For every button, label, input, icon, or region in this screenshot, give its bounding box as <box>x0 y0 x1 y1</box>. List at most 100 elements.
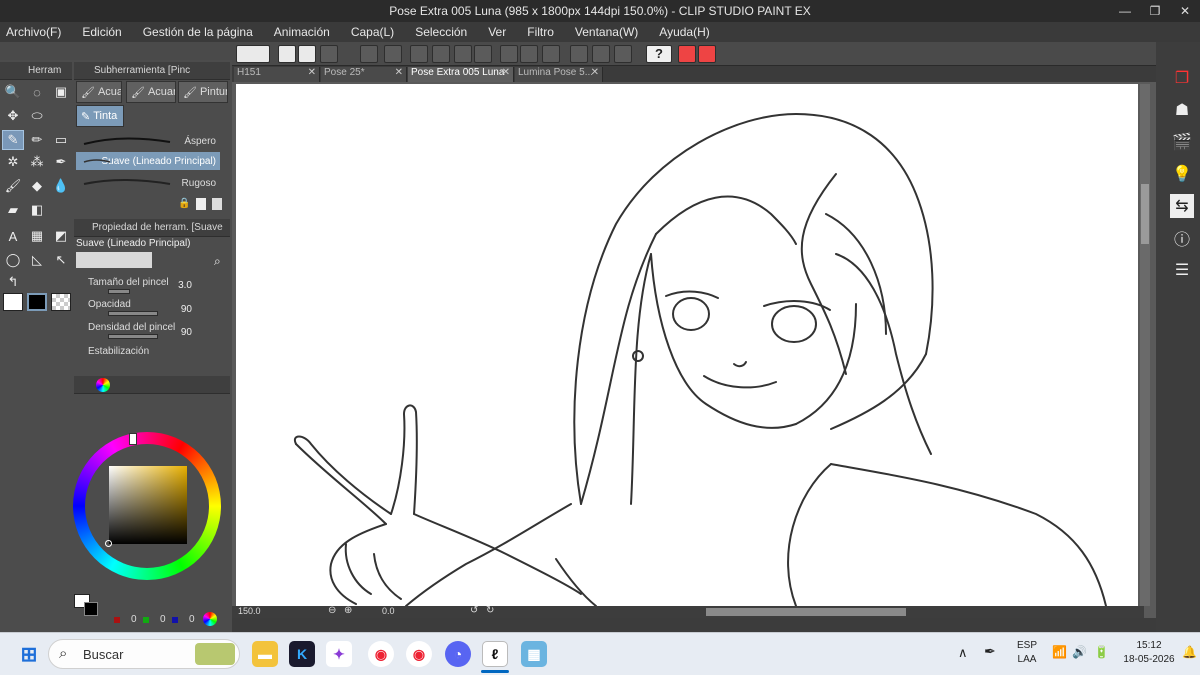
language-label[interactable]: ESP <box>1012 640 1042 651</box>
chrome-profile-icon[interactable]: ◉ <box>406 641 432 667</box>
clip-studio-icon[interactable] <box>236 45 270 63</box>
sub-color-swatch[interactable] <box>27 293 47 311</box>
tab-pose-extra-005-luna[interactable]: Pose Extra 005 Luna ✕ <box>408 67 514 82</box>
angle-value[interactable]: 0.0 <box>382 606 395 616</box>
brush-size-slider[interactable] <box>108 289 130 294</box>
battery-icon[interactable]: 🔋 <box>1094 645 1109 659</box>
tab-h151[interactable]: H151 ✕ <box>234 67 320 82</box>
selection-ellipse-icon[interactable]: ⬭ <box>26 106 48 126</box>
zoom-value[interactable]: 150.0 <box>238 606 261 616</box>
menu-ver[interactable]: Ver <box>488 25 506 39</box>
clock-date[interactable]: 18-05-2026 <box>1122 654 1176 665</box>
help-icon[interactable]: ? <box>646 45 672 63</box>
save-icon[interactable] <box>320 45 338 63</box>
pen-tool-icon[interactable]: ✎ <box>2 130 24 150</box>
airbrush-icon[interactable]: ⁂ <box>26 152 48 172</box>
sub-color-chip[interactable] <box>84 602 98 616</box>
rotate-left-icon[interactable]: ↺ <box>470 605 478 616</box>
brush-item-aspero[interactable]: Áspero <box>76 132 220 150</box>
open-file-icon[interactable] <box>298 45 316 63</box>
frame-border-icon[interactable]: ▦ <box>26 226 48 246</box>
zoom-in-icon[interactable]: ⊕ <box>344 605 352 616</box>
menu-seleccion[interactable]: Selección <box>415 25 467 39</box>
notifications-icon[interactable]: 🔔 <box>1182 645 1197 659</box>
file-explorer-icon[interactable]: ▬ <box>252 641 278 667</box>
wifi-icon[interactable]: 📶 <box>1052 645 1067 659</box>
correct-line-icon[interactable]: ↰ <box>2 272 24 292</box>
pen-tray-icon[interactable]: ✒ <box>984 643 996 660</box>
zoom-out-icon[interactable]: ⊖ <box>328 605 336 616</box>
brush-icon[interactable]: 🖌 <box>2 176 24 196</box>
frame-icon[interactable]: ◧ <box>26 200 48 220</box>
layers-icon[interactable]: ☰ <box>1170 258 1194 282</box>
tray-expand-icon[interactable]: ∧ <box>958 645 968 661</box>
copy-subtool-icon[interactable] <box>196 198 206 210</box>
photos-icon[interactable]: ▦ <box>521 641 547 667</box>
snap-grid-icon[interactable] <box>614 45 632 63</box>
saturation-value-square[interactable] <box>109 466 187 544</box>
magnify-icon[interactable]: ⌕ <box>214 254 228 268</box>
redo-icon[interactable] <box>384 45 402 63</box>
menu-animacion[interactable]: Animación <box>274 25 330 39</box>
scroll-thumb[interactable] <box>1141 184 1149 244</box>
hue-handle[interactable] <box>129 433 137 445</box>
menu-edicion[interactable]: Edición <box>82 25 121 39</box>
undo-icon[interactable] <box>360 45 378 63</box>
decoration-icon[interactable]: ✲ <box>2 152 24 172</box>
chrome-icon[interactable]: ◉ <box>368 641 394 667</box>
restore-icon[interactable]: ❐ <box>1140 0 1170 22</box>
color-mode-icon[interactable] <box>203 612 217 626</box>
menu-capa[interactable]: Capa(L) <box>351 25 394 39</box>
ellipse-icon[interactable]: ◯ <box>2 250 24 270</box>
new-file-icon[interactable] <box>278 45 296 63</box>
menu-ventana[interactable]: Ventana(W) <box>575 25 638 39</box>
text-tool-icon[interactable]: A <box>2 226 24 246</box>
eraser-tool-icon[interactable]: ▭ <box>50 130 72 150</box>
fill-icon[interactable] <box>454 45 472 63</box>
tab-pose-25[interactable]: Pose 25* ✕ <box>321 67 407 82</box>
drawing-canvas[interactable] <box>236 84 1138 606</box>
close-tab-icon[interactable]: ✕ <box>502 67 510 78</box>
menu-archivo[interactable]: Archivo(F) <box>6 25 61 39</box>
zoom-icon[interactable]: 🔍 <box>2 82 24 102</box>
snap-ruler-icon[interactable] <box>570 45 588 63</box>
opacity-value[interactable]: 90 <box>168 304 192 315</box>
vertical-scrollbar[interactable] <box>1140 84 1150 606</box>
move-icon[interactable]: ✥ <box>2 106 24 126</box>
clear-icon[interactable] <box>432 45 450 63</box>
brush-item-suave[interactable]: Suave (Lineado Principal) <box>76 152 220 170</box>
operation-icon[interactable]: ↖ <box>50 250 72 270</box>
brush-size-value[interactable]: 3.0 <box>168 280 192 291</box>
menu-gestion-pagina[interactable]: Gestión de la página <box>143 25 253 39</box>
info-icon[interactable]: ⓘ <box>1170 226 1194 250</box>
figure-icon[interactable]: ▰ <box>2 200 24 220</box>
close-tab-icon[interactable]: ✕ <box>591 67 599 78</box>
object-icon[interactable]: ▣ <box>50 82 72 102</box>
sync-icon[interactable]: ⇆ <box>1170 194 1194 218</box>
windows-start-icon[interactable]: ⊞ <box>16 641 42 667</box>
crop-icon[interactable] <box>474 45 492 63</box>
export-icon[interactable] <box>698 45 716 63</box>
light-icon[interactable]: 💡 <box>1170 162 1194 186</box>
animation-icon[interactable]: 🎬 <box>1170 130 1194 154</box>
volume-icon[interactable]: 🔊 <box>1072 645 1087 659</box>
clock-time[interactable]: 15:12 <box>1122 640 1176 651</box>
discord-icon[interactable]: ◔ <box>445 641 471 667</box>
pencil-tool-icon[interactable]: ✏ <box>26 130 48 150</box>
horizontal-scroll-thumb[interactable] <box>706 608 906 616</box>
menu-filtro[interactable]: Filtro <box>527 25 554 39</box>
gradient-drop-icon[interactable]: 💧 <box>50 176 72 196</box>
tab-lumina-pose[interactable]: Lumina Pose 5... ✕ <box>515 67 603 82</box>
subtool-tab-acuarela-2[interactable]: 🖌 Acuar <box>126 81 176 103</box>
blend-icon[interactable]: ✒ <box>50 152 72 172</box>
keyboard-label[interactable]: LAA <box>1012 654 1042 665</box>
close-tab-icon[interactable]: ✕ <box>308 67 316 78</box>
density-value[interactable]: 90 <box>168 327 192 338</box>
ruler-icon[interactable]: ◺ <box>26 250 48 270</box>
minimize-icon[interactable]: — <box>1110 0 1140 22</box>
transparent-color-swatch[interactable] <box>51 293 71 311</box>
density-slider[interactable] <box>108 334 158 339</box>
rotate-right-icon[interactable]: ↻ <box>486 605 494 616</box>
show-selection-icon[interactable] <box>542 45 560 63</box>
share-icon[interactable] <box>678 45 696 63</box>
